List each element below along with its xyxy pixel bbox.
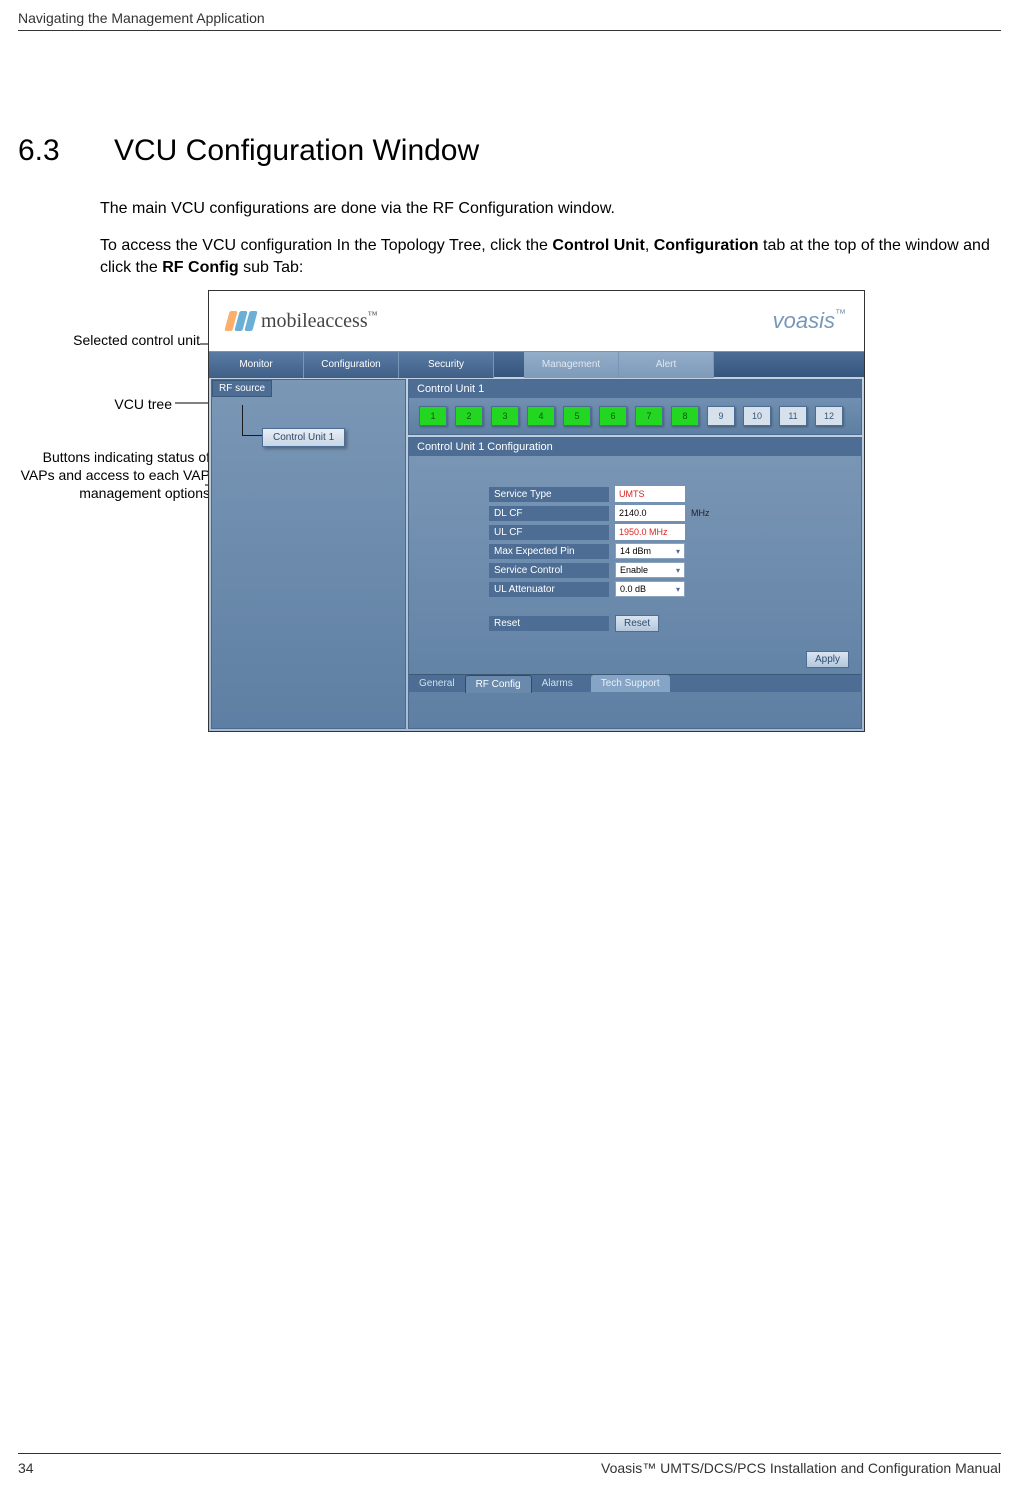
tree-line-vertical	[242, 405, 243, 435]
chevron-down-icon: ▾	[676, 547, 680, 556]
vap-button-2[interactable]: 2	[455, 406, 483, 426]
label-ul-cf: UL CF	[489, 525, 609, 540]
p2-text-c: ,	[645, 237, 654, 254]
vap-button-12[interactable]: 12	[815, 406, 843, 426]
value-ul-cf: 1950.0 MHz	[615, 524, 685, 540]
select-ul-attenuator[interactable]: 0.0 dB▾	[615, 581, 685, 597]
page-number: 34	[18, 1460, 34, 1476]
chevron-down-icon: ▾	[676, 566, 680, 575]
chevron-down-icon: ▾	[676, 585, 680, 594]
reset-button[interactable]: Reset	[615, 615, 659, 632]
value-service-type: UMTS	[615, 486, 685, 502]
subtab-alarms[interactable]: Alarms	[532, 675, 583, 692]
page-header-title: Navigating the Management Application	[18, 10, 265, 26]
vap-button-7[interactable]: 7	[635, 406, 663, 426]
suffix-dl-cf: MHz	[691, 508, 710, 518]
label-max-pin: Max Expected Pin	[489, 544, 609, 559]
vap-status-buttons: 1 2 3 4 5 6 7 8 9 10 11 12	[409, 398, 861, 434]
voasis-logo-text: voasis	[773, 308, 835, 333]
vap-button-11[interactable]: 11	[779, 406, 807, 426]
mobileaccess-icon	[227, 311, 255, 331]
row-ul-attenuator: UL Attenuator 0.0 dB▾	[489, 581, 811, 597]
config-panel-body: Service Type UMTS DL CF 2140.0 MHz UL CF…	[409, 456, 861, 645]
label-service-type: Service Type	[489, 487, 609, 502]
manual-title: Voasis™ UMTS/DCS/PCS Installation and Co…	[601, 1460, 1001, 1476]
vap-button-1[interactable]: 1	[419, 406, 447, 426]
header-rule	[18, 30, 1001, 31]
nav-alert[interactable]: Alert	[619, 352, 714, 378]
p2-bold-control-unit: Control Unit	[552, 237, 644, 254]
top-nav: Monitor Configuration Security Managemen…	[209, 351, 864, 377]
nav-security[interactable]: Security	[399, 352, 494, 378]
page-footer: 34 Voasis™ UMTS/DCS/PCS Installation and…	[18, 1453, 1001, 1476]
section-number: 6.3	[18, 134, 60, 168]
vap-button-10[interactable]: 10	[743, 406, 771, 426]
row-max-pin: Max Expected Pin 14 dBm▾	[489, 543, 811, 559]
top-panel: Control Unit 1 1 2 3 4 5 6 7 8 9 10 11 1…	[408, 379, 862, 435]
mobileaccess-logo-text: mobileaccess™	[261, 310, 377, 333]
right-pane: Control Unit 1 1 2 3 4 5 6 7 8 9 10 11 1…	[408, 379, 862, 729]
body-paragraph-1: The main VCU configurations are done via…	[100, 200, 1001, 218]
apply-row: Apply	[409, 645, 861, 674]
apply-button[interactable]: Apply	[806, 651, 849, 668]
app-screenshot: mobileaccess™ voasis™ Monitor Configurat…	[208, 290, 865, 732]
tm-suffix: ™	[368, 310, 378, 321]
row-service-type: Service Type UMTS	[489, 486, 811, 502]
row-reset: Reset Reset	[489, 615, 811, 632]
voasis-logo: voasis™	[773, 308, 846, 334]
vap-button-8[interactable]: 8	[671, 406, 699, 426]
tree-node-control-unit-1[interactable]: Control Unit 1	[262, 428, 345, 447]
config-panel-header: Control Unit 1 Configuration	[409, 438, 861, 456]
p2-bold-rf-config: RF Config	[162, 259, 238, 276]
content-area: RF source Control Unit 1 Control Unit 1 …	[209, 377, 864, 731]
body-paragraph-2: To access the VCU configuration In the T…	[100, 235, 1001, 280]
top-panel-header: Control Unit 1	[409, 380, 861, 398]
callout-selected-control-unit: Selected control unit	[10, 332, 200, 348]
callout-vap-buttons: Buttons indicating status of VAPs and ac…	[10, 448, 210, 503]
label-service-control: Service Control	[489, 563, 609, 578]
subtab-rf-config[interactable]: RF Config	[465, 675, 532, 693]
rf-source-label: RF source	[212, 380, 272, 397]
label-dl-cf: DL CF	[489, 506, 609, 521]
footer-rule	[18, 1453, 1001, 1454]
label-ul-attenuator: UL Attenuator	[489, 582, 609, 597]
sub-tabs: General RF Config Alarms Tech Support	[409, 674, 861, 692]
callout-vcu-tree: VCU tree	[10, 396, 172, 412]
row-dl-cf: DL CF 2140.0 MHz	[489, 505, 811, 521]
vap-button-9[interactable]: 9	[707, 406, 735, 426]
logo-bar: mobileaccess™ voasis™	[209, 291, 864, 351]
vap-button-6[interactable]: 6	[599, 406, 627, 426]
section-title: VCU Configuration Window	[114, 134, 479, 168]
p2-text-g: sub Tab:	[239, 259, 304, 276]
p2-bold-configuration: Configuration	[654, 237, 759, 254]
tm-suffix-2: ™	[835, 308, 846, 320]
config-panel: Control Unit 1 Configuration Service Typ…	[408, 437, 862, 729]
select-max-pin[interactable]: 14 dBm▾	[615, 543, 685, 559]
vap-button-4[interactable]: 4	[527, 406, 555, 426]
label-reset: Reset	[489, 616, 609, 631]
p2-text-a: To access the VCU configuration In the T…	[100, 237, 552, 254]
mobileaccess-logo: mobileaccess™	[227, 310, 377, 333]
row-service-control: Service Control Enable▾	[489, 562, 811, 578]
nav-monitor[interactable]: Monitor	[209, 352, 304, 378]
left-pane-tree: RF source Control Unit 1	[211, 379, 406, 729]
mobileaccess-word: mobileaccess	[261, 310, 368, 332]
vap-button-3[interactable]: 3	[491, 406, 519, 426]
select-service-control[interactable]: Enable▾	[615, 562, 685, 578]
nav-configuration[interactable]: Configuration	[304, 352, 399, 378]
input-dl-cf[interactable]: 2140.0	[615, 505, 685, 521]
nav-management[interactable]: Management	[524, 352, 619, 378]
subtab-tech-support[interactable]: Tech Support	[591, 675, 670, 692]
tree-line-horizontal	[242, 435, 262, 436]
row-ul-cf: UL CF 1950.0 MHz	[489, 524, 811, 540]
subtab-general[interactable]: General	[409, 675, 465, 692]
vap-button-5[interactable]: 5	[563, 406, 591, 426]
